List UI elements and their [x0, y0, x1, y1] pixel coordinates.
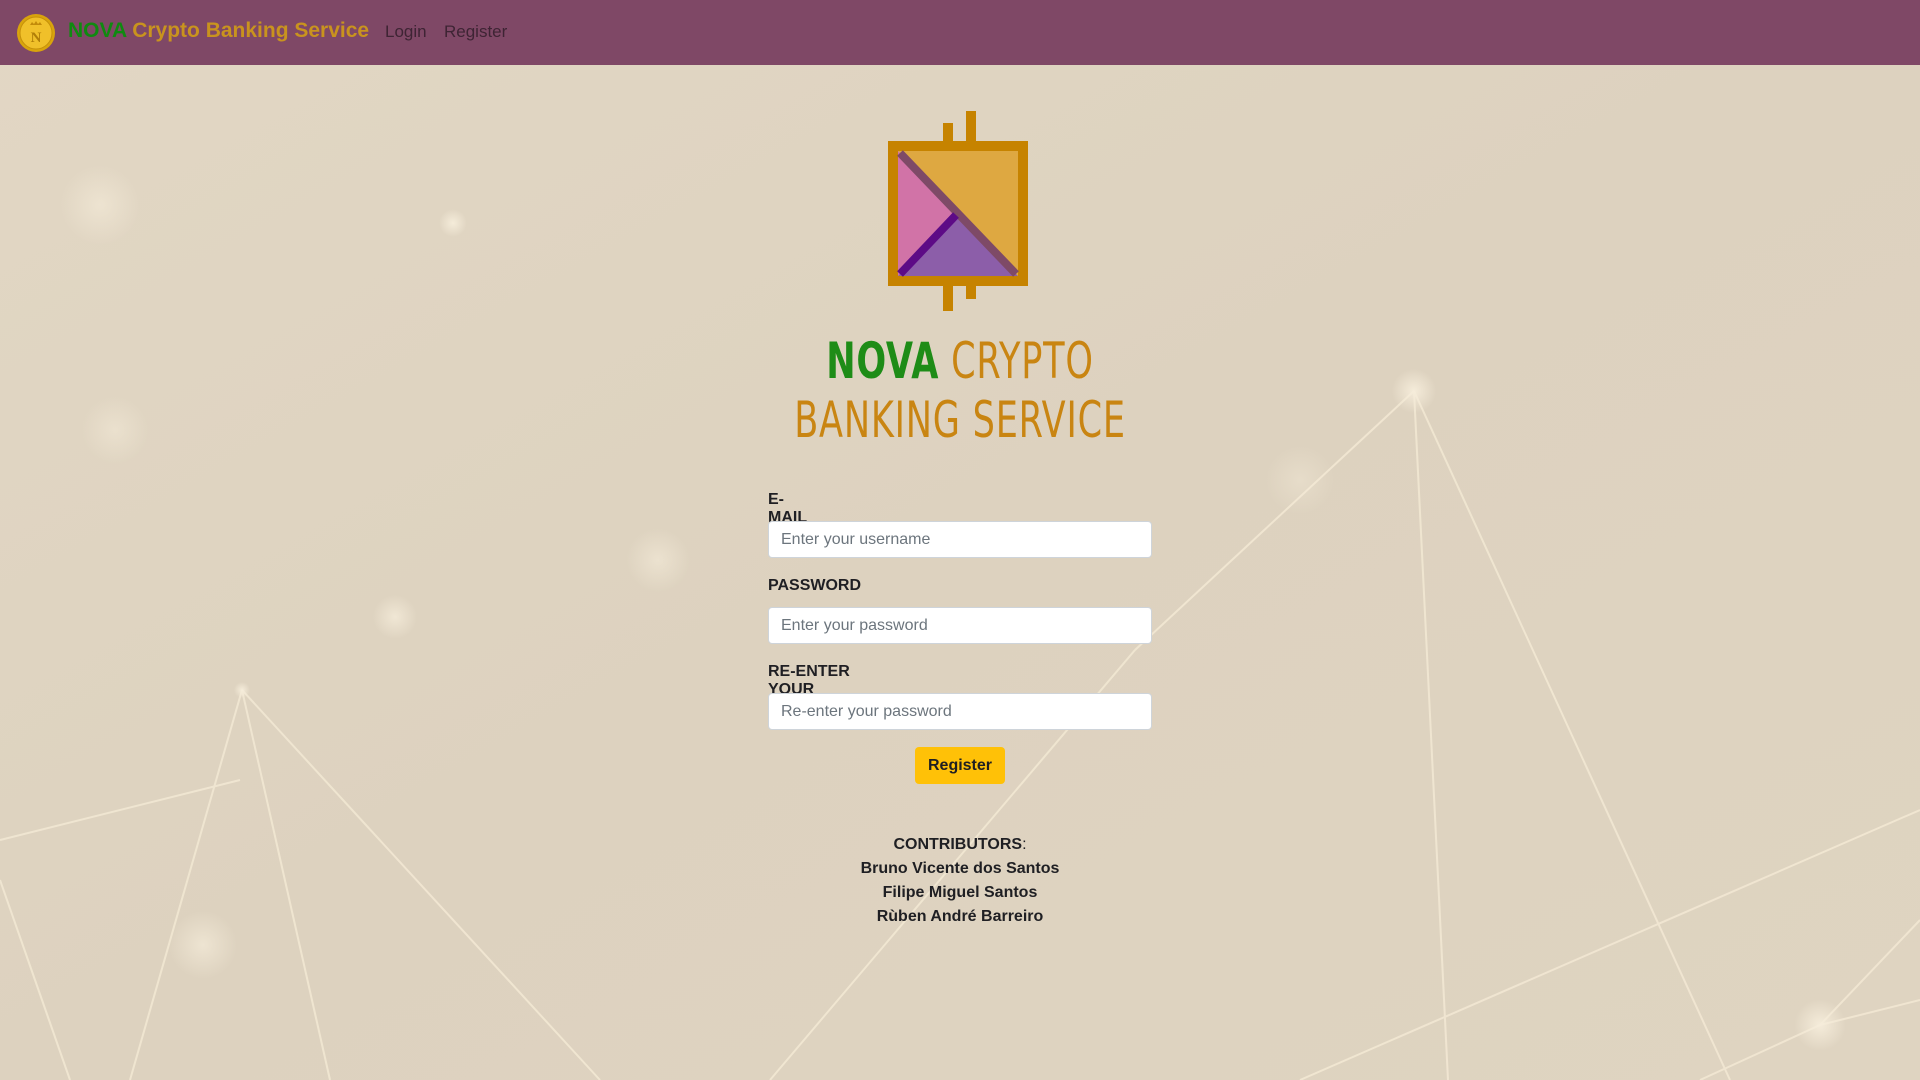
brand-title[interactable]: NOVA Crypto Banking Service	[68, 19, 369, 43]
contributors-heading: CONTRIBUTORS:	[0, 833, 1920, 857]
password-field[interactable]	[768, 607, 1152, 644]
email-field[interactable]	[768, 521, 1152, 558]
contributor-name: Rùben André Barreiro	[876, 908, 1044, 925]
nav-link-login[interactable]: Login	[385, 22, 427, 42]
contributors-heading-text: CONTRIBUTORS	[893, 836, 1023, 853]
brand-nova: NOVA	[68, 19, 127, 42]
hero-title-nova: NOVA	[826, 332, 940, 390]
hero-title-crypto: CRYPTO	[951, 332, 1094, 390]
contributor-name: Filipe Miguel Santos	[882, 884, 1038, 901]
brand-rest: Crypto Banking Service	[132, 19, 370, 42]
hero-title-line1: NOVA CRYPTO	[211, 332, 1709, 390]
contributor-name: Bruno Vicente dos Santos	[860, 860, 1060, 877]
nova-logo-icon	[888, 111, 1028, 311]
contributors-colon: :	[1022, 836, 1027, 853]
nav-link-register[interactable]: Register	[444, 22, 507, 42]
svg-text:N: N	[31, 30, 42, 46]
confirm-password-field[interactable]	[768, 693, 1152, 730]
navbar: N NOVA Crypto Banking Service Login Regi…	[0, 0, 1920, 65]
gold-coin-icon[interactable]: N	[16, 13, 56, 53]
register-button[interactable]: Register	[915, 747, 1005, 784]
hero-title-line2: BANKING SERVICE	[794, 391, 1126, 449]
password-label: PASSWORD	[768, 577, 862, 594]
